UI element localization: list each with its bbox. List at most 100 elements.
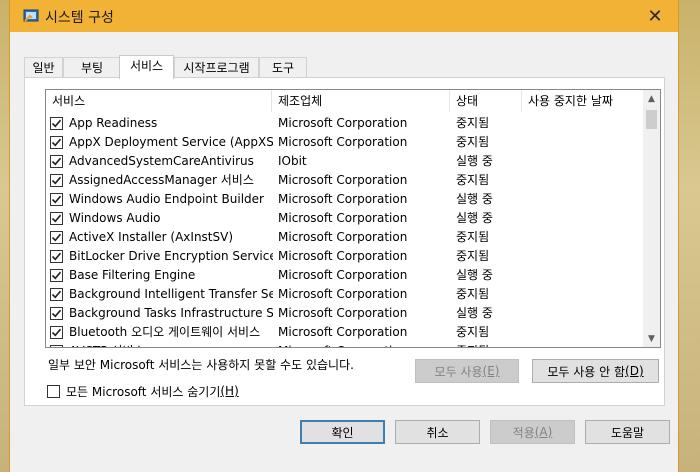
table-row[interactable]: Base Filtering Engine Microsoft Corporati… xyxy=(46,266,642,285)
service-name: Windows Audio Endpoint Builder xyxy=(69,192,264,206)
service-manufacturer: Microsoft Corporation xyxy=(278,342,448,347)
service-status: 중지됨 xyxy=(456,230,490,244)
checkmark-icon xyxy=(51,157,62,166)
service-manufacturer: Microsoft Corporation xyxy=(278,306,408,320)
enable-all-accel: (E) xyxy=(482,364,500,378)
service-checkbox[interactable] xyxy=(50,269,63,282)
service-checkbox[interactable] xyxy=(50,231,63,244)
hide-microsoft-services-label: 모든 Microsoft 서비스 숨기기 xyxy=(66,384,221,399)
tab-tools[interactable]: 도구 xyxy=(259,57,307,78)
disable-all-button[interactable]: 모두 사용 안 함 (D) xyxy=(532,359,659,383)
checkmark-icon xyxy=(51,119,62,128)
tab-boot[interactable]: 부팅 xyxy=(63,57,121,78)
service-status: 중지됨 xyxy=(456,342,516,347)
service-manufacturer: Microsoft Corporation xyxy=(278,287,408,301)
checkmark-icon xyxy=(51,138,62,147)
msconfig-app-icon xyxy=(23,9,39,22)
tab-general[interactable]: 일반 xyxy=(24,57,63,78)
table-row[interactable]: Background Intelligent Transfer Ser... Mi… xyxy=(46,285,642,304)
checkmark-icon xyxy=(51,309,62,318)
service-name: AppX Deployment Service (AppXSV xyxy=(69,135,273,149)
service-name: BitLocker Drive Encryption Service xyxy=(69,249,273,263)
table-row[interactable]: BitLocker Drive Encryption Service Micros… xyxy=(46,247,642,266)
close-icon: ✕ xyxy=(647,5,663,27)
column-header-disabled-date[interactable]: 사용 중지한 날짜 xyxy=(522,90,642,112)
service-name: Bluetooth 오디오 게이트웨이 서비스 xyxy=(69,325,261,339)
table-row[interactable]: AppX Deployment Service (AppXSV Microsoft… xyxy=(46,133,642,152)
service-checkbox[interactable] xyxy=(50,250,63,263)
hide-microsoft-services-option[interactable]: 모든 Microsoft 서비스 숨기기 (H) xyxy=(47,383,239,399)
apply-accel: (A) xyxy=(534,425,553,439)
table-row[interactable]: Bluetooth 오디오 게이트웨이 서비스 Microsoft Corpora… xyxy=(46,323,642,342)
service-name: Windows Audio xyxy=(69,211,161,225)
service-checkbox[interactable] xyxy=(50,117,63,130)
service-manufacturer: Microsoft Corporation xyxy=(278,211,408,225)
service-checkbox[interactable] xyxy=(50,174,63,187)
service-manufacturer: Microsoft Corporation xyxy=(278,116,408,130)
service-status: 중지됨 xyxy=(456,249,490,263)
hide-microsoft-services-accel: (H) xyxy=(220,384,239,398)
window-title: 시스템 구성 xyxy=(45,10,114,26)
checkmark-icon xyxy=(51,346,62,348)
service-manufacturer: Microsoft Corporation xyxy=(278,249,408,263)
service-rows: App Readiness Microsoft Corporation 중지됨 App… xyxy=(46,114,642,348)
services-list[interactable]: 서비스 제조업체 상태 사용 중지한 날짜 App Readiness Micro… xyxy=(45,89,661,348)
services-panel: 서비스 제조업체 상태 사용 중지한 날짜 App Readiness Micro… xyxy=(24,77,665,406)
scroll-up-arrow-icon[interactable]: ▲ xyxy=(643,90,660,107)
checkmark-icon xyxy=(51,233,62,242)
service-status: 실행 중 xyxy=(456,192,493,206)
table-row[interactable]: ActiveX Installer (AxInstSV) Microsoft Co… xyxy=(46,228,642,247)
checkmark-icon xyxy=(51,176,62,185)
service-name: AdvancedSystemCareAntivirus xyxy=(69,154,254,168)
table-row[interactable]: AVCTP 서비스 Microsoft Corporation 중지됨 xyxy=(46,342,642,348)
table-row[interactable]: AssignedAccessManager 서비스 Microsoft Corpo… xyxy=(46,171,642,190)
service-checkbox[interactable] xyxy=(50,193,63,206)
enable-all-button[interactable]: 모두 사용 (E) xyxy=(415,359,519,383)
service-checkbox[interactable] xyxy=(50,212,63,225)
scroll-down-arrow-icon[interactable]: ▼ xyxy=(643,330,660,347)
checkmark-icon xyxy=(51,214,62,223)
hide-microsoft-services-checkbox[interactable] xyxy=(47,384,60,398)
table-row[interactable]: Windows Audio Microsoft Corporation 실행 중 xyxy=(46,209,642,228)
checkmark-icon xyxy=(51,252,62,261)
checkmark-icon xyxy=(51,195,62,204)
table-row[interactable]: Background Tasks Infrastructure Ser... Mi… xyxy=(46,304,642,323)
disable-all-label: 모두 사용 안 함 xyxy=(547,364,626,379)
close-button[interactable]: ✕ xyxy=(632,0,678,32)
service-manufacturer: Microsoft Corporation xyxy=(278,325,408,339)
table-row[interactable]: Windows Audio Endpoint Builder Microsoft … xyxy=(46,190,642,209)
table-row[interactable]: App Readiness Microsoft Corporation 중지됨 xyxy=(46,114,642,133)
vertical-scrollbar[interactable]: ▲ ▼ xyxy=(643,90,660,347)
help-button[interactable]: 도움말 xyxy=(585,420,670,444)
service-status: 실행 중 xyxy=(456,211,493,225)
list-header: 서비스 제조업체 상태 사용 중지한 날짜 xyxy=(46,90,642,113)
column-header-service[interactable]: 서비스 xyxy=(46,90,272,112)
service-manufacturer: Microsoft Corporation xyxy=(278,230,408,244)
column-header-manufacturer[interactable]: 제조업체 xyxy=(272,90,450,112)
service-status: 중지됨 xyxy=(456,135,490,149)
service-status: 중지됨 xyxy=(456,116,490,130)
service-checkbox[interactable] xyxy=(50,326,63,339)
apply-button[interactable]: 적용 (A) xyxy=(490,420,575,444)
service-checkbox[interactable] xyxy=(50,307,63,320)
service-checkbox[interactable] xyxy=(50,136,63,149)
service-checkbox[interactable] xyxy=(50,155,63,168)
security-notice: 일부 보안 Microsoft 서비스는 사용하지 못할 수도 있습니다. xyxy=(48,358,354,372)
checkmark-icon xyxy=(51,328,62,337)
table-row[interactable]: AdvancedSystemCareAntivirus IObit 실행 중 xyxy=(46,152,642,171)
service-name: App Readiness xyxy=(69,116,158,130)
service-manufacturer: Microsoft Corporation xyxy=(278,173,408,187)
column-header-status[interactable]: 상태 xyxy=(450,90,522,112)
service-status: 실행 중 xyxy=(456,268,493,282)
cancel-button[interactable]: 취소 xyxy=(395,420,480,444)
service-checkbox[interactable] xyxy=(50,345,63,348)
title-bar[interactable]: 시스템 구성 ✕ xyxy=(10,0,678,32)
ok-button[interactable]: 확인 xyxy=(300,420,385,444)
tab-startup[interactable]: 시작프로그램 xyxy=(174,57,259,78)
tab-services[interactable]: 서비스 xyxy=(119,55,174,79)
scroll-thumb[interactable] xyxy=(646,110,657,129)
service-name: ActiveX Installer (AxInstSV) xyxy=(69,230,234,244)
service-checkbox[interactable] xyxy=(50,288,63,301)
service-manufacturer: Microsoft Corporation xyxy=(278,268,408,282)
service-status: 중지됨 xyxy=(456,325,490,339)
